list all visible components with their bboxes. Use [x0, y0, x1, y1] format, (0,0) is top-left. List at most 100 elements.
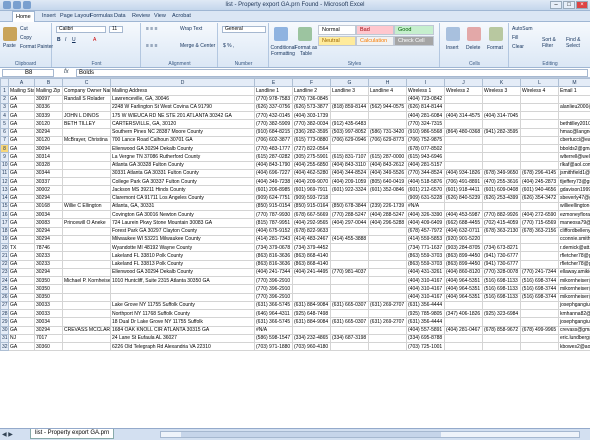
cell[interactable]: [330, 259, 369, 269]
cell[interactable]: (404) 281-0467: [444, 325, 483, 335]
cell[interactable]: (863) 899-4450: [444, 259, 483, 269]
cell[interactable]: [292, 325, 331, 335]
cell[interactable]: willieellington@bellsouth: [558, 201, 590, 212]
sort-filter-button[interactable]: Sort & Filter: [542, 37, 564, 49]
column-header[interactable]: L: [520, 78, 559, 88]
cell[interactable]: kbowes2@aol.com: [558, 341, 590, 352]
style-check-cell[interactable]: Check Cell: [394, 36, 434, 46]
cell[interactable]: (601) 940-4656: [520, 185, 559, 195]
cell[interactable]: (863) 868-4140: [292, 259, 331, 269]
cell[interactable]: [330, 308, 369, 319]
format-cells-icon[interactable]: [489, 27, 503, 41]
cell[interactable]: 30294: [34, 267, 63, 278]
cell[interactable]: (516) 698-1133: [482, 292, 521, 302]
cell[interactable]: NJ: [8, 333, 35, 344]
cell[interactable]: 7017: [34, 333, 63, 344]
format-painter-button[interactable]: Format Painter: [20, 44, 53, 50]
autosum-button[interactable]: AutoSum: [512, 26, 533, 32]
cell[interactable]: rfletcher78@gmail.com: [558, 259, 590, 269]
cell[interactable]: Mailing State: [8, 86, 35, 96]
cell[interactable]: (770) 328-0078: [482, 267, 521, 278]
cell[interactable]: (516) 698-3744: [520, 284, 559, 294]
cell[interactable]: (404) 241-4495: [292, 267, 331, 278]
cell[interactable]: GA: [8, 275, 35, 286]
cell[interactable]: GA: [8, 341, 35, 352]
cell[interactable]: GA: [8, 251, 35, 261]
cell[interactable]: (925) 785-9805: [406, 308, 445, 319]
cell[interactable]: 78746: [34, 242, 63, 253]
cell[interactable]: (678) 667-5669: [292, 209, 331, 220]
cell[interactable]: (770) 324-7315: [406, 119, 445, 129]
cell[interactable]: (770) 396-2910: [254, 284, 293, 294]
cell[interactable]: (770) 736-0845: [292, 94, 331, 104]
cell[interactable]: (734) 379-0678: [254, 242, 293, 253]
cell[interactable]: cconnie.smith6@yahoo: [558, 234, 590, 245]
cell[interactable]: (863) 816-3636: [254, 259, 293, 269]
cell[interactable]: 30033: [34, 300, 63, 311]
cell[interactable]: (601) 969-7911: [292, 185, 331, 195]
cell[interactable]: (631) 665-0307: [330, 300, 369, 311]
cell[interactable]: [110, 284, 255, 294]
cell[interactable]: [444, 333, 483, 344]
cell[interactable]: (601) 922-3324: [330, 185, 369, 195]
cell[interactable]: Atlanta GA 30328 Fulton County: [110, 160, 255, 170]
cell[interactable]: (334) 687-3198: [330, 333, 369, 344]
cell[interactable]: Randall S Rolader: [62, 94, 111, 104]
cell[interactable]: GA: [8, 176, 35, 187]
cell[interactable]: (404) 310-4167: [406, 292, 445, 302]
cell[interactable]: GA: [8, 300, 35, 311]
cell[interactable]: (678) 499-9965: [520, 325, 559, 335]
cell[interactable]: 30314: [34, 152, 63, 162]
cell[interactable]: josephgangiulo@yahoo: [558, 317, 590, 327]
cell[interactable]: Southern Pines NC 28387 Moore County: [110, 127, 255, 137]
cell[interactable]: [330, 275, 369, 286]
cell[interactable]: (631) 269-2707: [368, 317, 407, 327]
row-header[interactable]: 31: [0, 333, 9, 344]
cell[interactable]: 30002: [34, 185, 63, 195]
cell[interactable]: [368, 284, 407, 294]
column-header[interactable]: D: [110, 78, 255, 88]
cell[interactable]: GA: [8, 110, 35, 121]
row-header[interactable]: 9: [0, 152, 9, 162]
tab-review[interactable]: Review: [132, 13, 150, 19]
cell[interactable]: (706) 629-0946: [330, 135, 369, 146]
row-header[interactable]: 17: [0, 218, 9, 228]
cell[interactable]: [62, 168, 111, 179]
column-header[interactable]: E: [254, 78, 293, 88]
cell[interactable]: [368, 119, 407, 129]
row-header[interactable]: 6: [0, 127, 9, 137]
cell[interactable]: Landline 4: [368, 86, 407, 96]
cell[interactable]: rlkaf@aol.com: [558, 160, 590, 170]
cell[interactable]: (615) 287-0000: [368, 152, 407, 162]
paste-icon[interactable]: [3, 27, 17, 41]
cell[interactable]: (470) 255-3616: [482, 176, 521, 187]
row-header[interactable]: 5: [0, 119, 9, 129]
cell[interactable]: (850) 915-0154: [254, 201, 293, 212]
cell[interactable]: josephgangiulo@yahoo: [558, 300, 590, 311]
cell[interactable]: (404) 303-1739: [292, 110, 331, 121]
cell[interactable]: Wyandotte MI 48192 Wayne County: [110, 242, 255, 253]
cell[interactable]: (347) 406-1826: [444, 308, 483, 319]
font-color-icon[interactable]: A: [93, 37, 96, 43]
cell[interactable]: (615) 943-6946: [406, 152, 445, 162]
cell[interactable]: 1010 Huntcliff, Suite 2315 Atlanta 30350…: [110, 275, 255, 286]
cell[interactable]: [62, 341, 111, 352]
cell[interactable]: (239) 226-1739: [368, 201, 407, 212]
cell[interactable]: (404) 843-2612: [368, 160, 407, 170]
cell[interactable]: (404) 314-7045: [482, 110, 521, 121]
format-as-table-icon[interactable]: [298, 27, 312, 41]
cell[interactable]: (404) 288-5247: [368, 209, 407, 220]
cell[interactable]: Jackson MS 39211 Hinds County: [110, 185, 255, 195]
cell[interactable]: GA: [8, 226, 35, 236]
select-all-corner[interactable]: [0, 78, 9, 88]
cell[interactable]: [62, 185, 111, 195]
row-header[interactable]: 1: [0, 86, 9, 96]
cell[interactable]: (404) 696-7227: [254, 168, 293, 179]
cut-button[interactable]: Cut: [20, 26, 28, 32]
cell[interactable]: (941) 730-6777: [482, 259, 521, 269]
cell[interactable]: (678) 363-2130: [482, 226, 521, 236]
horizontal-scrollbar[interactable]: [160, 431, 580, 438]
cell[interactable]: r.demick@att.net: [558, 242, 590, 253]
cell[interactable]: (404) 964-5351: [444, 284, 483, 294]
cell[interactable]: (815) 787-9951: [254, 218, 293, 228]
